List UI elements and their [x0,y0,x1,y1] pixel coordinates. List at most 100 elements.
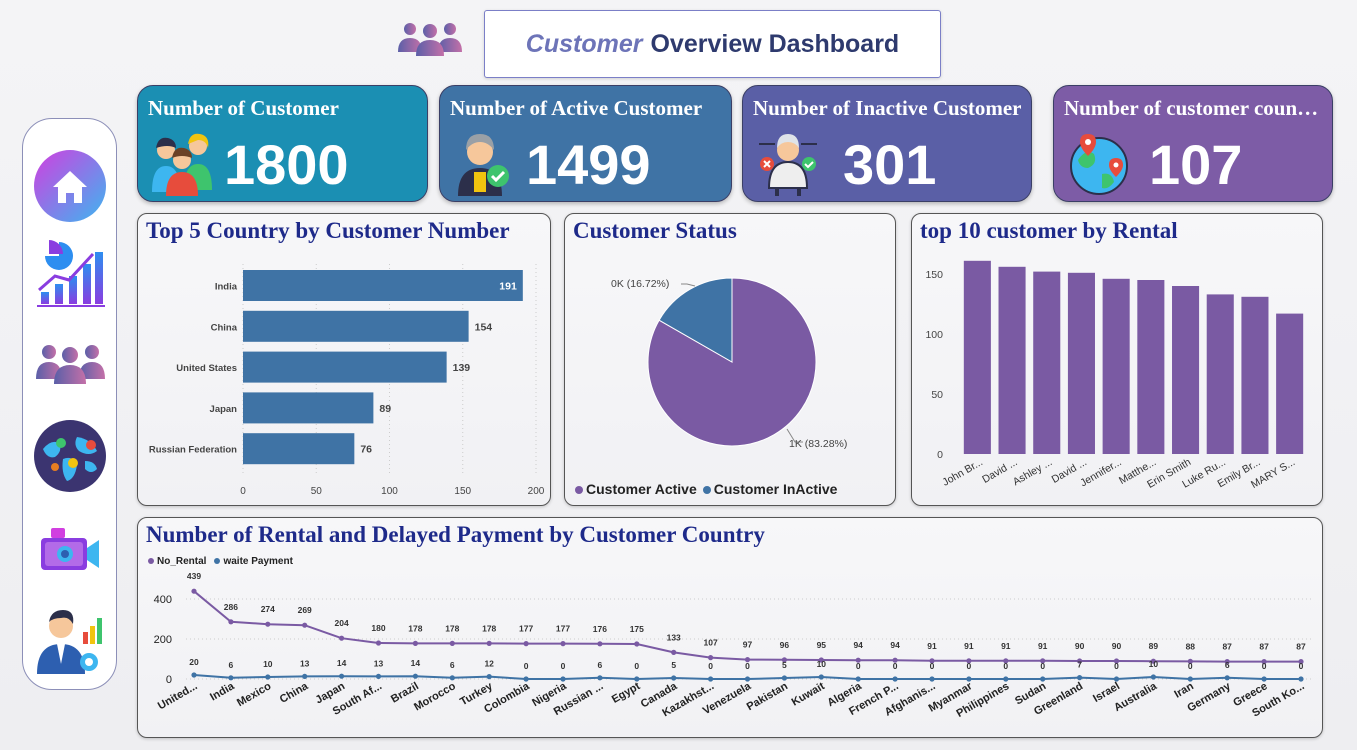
data-label: 0 [1003,661,1008,671]
data-point [449,675,455,681]
kpi-title: Number of customer coun… [1064,96,1319,120]
x-tick-label: John Br... [940,456,984,489]
sidebar-nav [22,118,117,690]
category-label: China [211,322,238,333]
kpi-value: 301 [843,133,937,196]
data-point [1150,674,1156,680]
bar [1102,278,1130,454]
data-label: 91 [964,641,974,651]
y-tick-label: 150 [925,269,943,281]
data-point [1224,675,1230,681]
data-label: 175 [630,624,644,634]
home-icon[interactable] [33,149,108,224]
data-label: 5 [671,660,676,670]
x-tick-label: 50 [311,486,323,497]
data-label: 90 [1075,641,1085,651]
bar [1033,271,1061,454]
x-tick-label: 150 [454,486,471,497]
series-line [193,590,1301,663]
data-label: 14 [411,658,421,668]
bar [243,392,374,424]
kpi-card-active-customers: Number of Active Customer 1499 [439,85,732,202]
data-point [671,649,677,655]
data-point [375,640,382,646]
kpi-card-customer-countries: Number of customer coun… 107 [1053,85,1333,202]
data-label: 439 [187,571,201,581]
video-camera-icon[interactable] [33,514,108,589]
data-label: 0 [1040,661,1045,671]
data-label: 91 [1038,641,1048,651]
data-label: 0 [745,661,750,671]
data-label: 88 [1186,641,1196,651]
category-label: United States [176,363,237,374]
data-point [412,640,418,646]
data-label: 0 [1188,661,1193,671]
legend-item[interactable]: Customer InActive [702,481,837,497]
rental-payment-panel: Number of Rental and Delayed Payment by … [137,517,1323,738]
data-label: 0 [561,661,566,671]
legend-item[interactable]: Customer Active [575,481,697,497]
data-label: 10 [263,659,273,669]
data-label: 89 [379,403,391,415]
world-map-icon[interactable] [33,419,108,494]
y-tick-label: 0 [937,449,943,461]
data-label: 6 [229,660,234,670]
category-label: India [215,282,238,293]
data-point [265,621,271,627]
x-tick-label: Pakistan [745,680,790,713]
analytics-chart-icon[interactable] [33,234,108,309]
manager-settings-icon[interactable] [33,604,108,679]
bar [1206,294,1234,454]
data-point [228,675,234,681]
x-tick-label: Mexico [235,680,274,709]
kpi-card-customers: Number of Customer 1800 [137,85,428,202]
data-label: 154 [475,321,493,333]
inactive-customer-icon [755,130,821,196]
top5-country-panel: Top 5 Country by Customer Number 0 50 100 1… [137,213,551,506]
data-label: 96 [780,640,790,650]
y-tick-label: 0 [166,674,172,686]
y-tick-label: 400 [154,594,172,606]
data-label: 0 [1262,661,1267,671]
data-label: 0 [967,661,972,671]
data-label: 204 [335,618,349,628]
data-label: 95 [817,640,827,650]
legend-label: Customer Active [586,481,697,497]
page-title: Customer Overview Dashboard [484,10,941,78]
data-label: 14 [337,658,347,668]
data-label: 76 [360,444,372,456]
category-label: Japan [210,404,238,415]
data-label: 90 [1112,641,1122,651]
people-group-icon[interactable] [33,324,108,399]
data-label: 269 [298,605,312,615]
data-label: 0 [893,661,898,671]
data-point [597,641,603,647]
data-label: 10 [817,659,827,669]
data-point [560,641,566,647]
slice-label: 0K (16.72%) [611,278,669,290]
data-label: 6 [450,660,455,670]
pie-legend: Customer Active Customer InActive [575,481,837,497]
data-point [634,641,640,647]
x-tick-label: Australia [1112,680,1160,714]
x-tick-label: Iran [1172,680,1196,701]
kpi-title: Number of Customer [148,96,339,120]
data-label: 176 [593,624,607,634]
data-label: 91 [927,641,937,651]
data-label: 178 [482,623,496,633]
data-label: 13 [374,658,384,668]
active-customer-icon [452,130,518,196]
data-label: 178 [445,623,459,633]
data-label: 180 [371,623,385,633]
data-point [597,675,603,681]
data-point [339,635,345,641]
top10-customer-panel: top 10 customer by Rental 0 50 100 150 John … [911,213,1323,506]
data-label: 6 [1225,660,1230,670]
data-label: 0 [856,661,861,671]
top10-customer-chart: 050100150John Br...David ...Ashley ...Da… [925,260,1304,491]
data-label: 94 [853,640,863,650]
data-label: 177 [519,624,533,634]
data-point [339,673,345,679]
data-label: 89 [1149,641,1159,651]
data-label: 87 [1296,642,1306,652]
